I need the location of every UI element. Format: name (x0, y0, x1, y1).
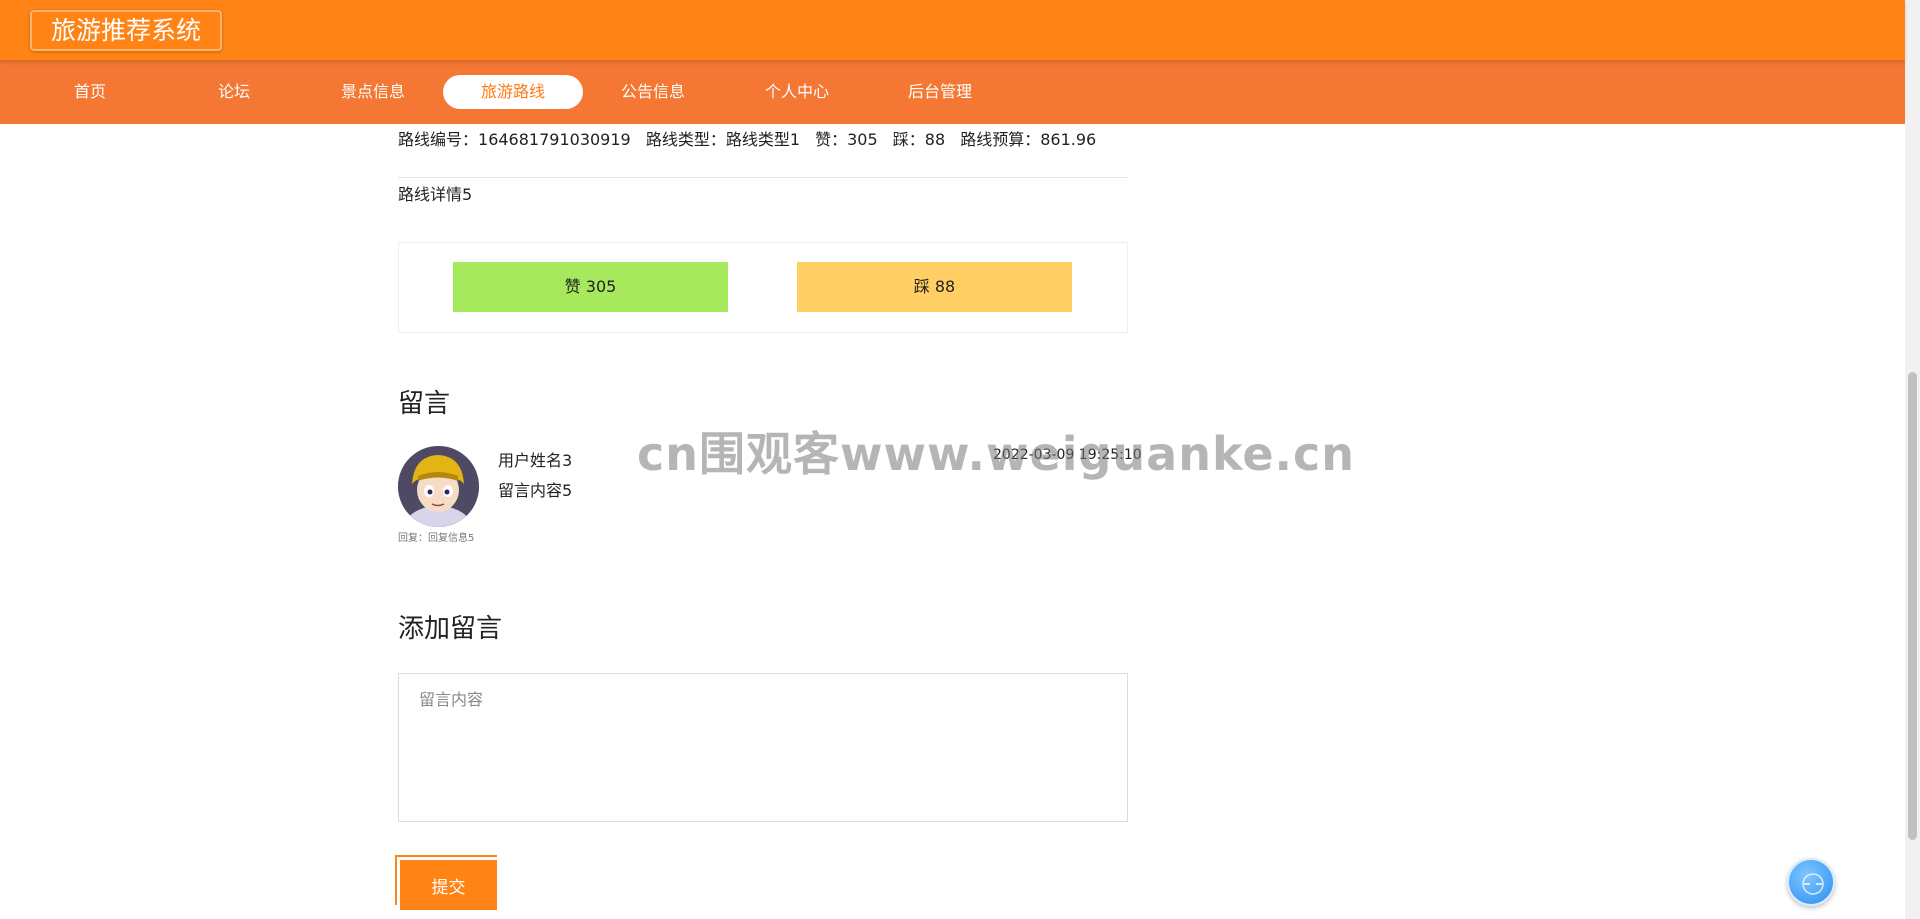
route-dislikes-label: 踩： (892, 130, 925, 149)
comment-reply: 回复：回复信息5 (398, 533, 475, 544)
dislike-button[interactable]: 踩 88 (797, 262, 1072, 312)
comment-input[interactable] (398, 673, 1128, 822)
vote-panel: 赞 305 踩 88 (398, 242, 1128, 333)
nav-item-announcements[interactable]: 公告信息 (583, 75, 723, 109)
comment-content: 留言内容5 (498, 481, 573, 500)
scrollbar-thumb[interactable] (1908, 372, 1917, 840)
route-type-value: 路线类型1 (725, 130, 801, 149)
nav-item-attractions[interactable]: 景点信息 (303, 75, 443, 109)
submit-button[interactable]: 提交 (400, 860, 497, 910)
route-type: 路线类型：路线类型1 (646, 130, 800, 149)
float-action-button[interactable] (1787, 858, 1835, 906)
submit-area: 提交 (395, 855, 497, 910)
route-likes-label: 赞： (815, 130, 848, 149)
route-budget-value: 861.96 (1040, 130, 1097, 149)
comment-user-name: 用户姓名3 (498, 451, 573, 470)
route-budget-label: 路线预算： (960, 130, 1041, 149)
scrollbar[interactable] (1905, 0, 1920, 919)
nav-item-admin[interactable]: 后台管理 (870, 75, 1010, 109)
nav-item-profile[interactable]: 个人中心 (727, 75, 867, 109)
divider (398, 177, 1128, 178)
app-title[interactable]: 旅游推荐系统 (30, 10, 223, 51)
comments-title: 留言 (398, 389, 451, 419)
comment-time: 2022-03-09 19:25:10 (993, 447, 1142, 463)
route-detail: 路线详情5 (398, 185, 473, 204)
route-info: 路线编号：164681791030919 路线类型：路线类型1 赞：305 踩：… (398, 126, 1106, 150)
route-type-label: 路线类型： (645, 130, 726, 149)
route-dislikes: 踩：88 (893, 130, 945, 149)
route-budget: 路线预算：861.96 (960, 130, 1096, 149)
avatar (398, 446, 479, 527)
route-number-label: 路线编号： (398, 130, 479, 149)
route-likes: 赞：305 (815, 130, 878, 149)
top-header: 旅游推荐系统 (0, 0, 1905, 60)
route-likes-value: 305 (847, 130, 878, 149)
main-nav: 首页 论坛 景点信息 旅游路线 公告信息 个人中心 后台管理 (0, 60, 1905, 124)
route-dislikes-value: 88 (924, 130, 946, 149)
avatar-image (398, 446, 479, 527)
assistant-icon (1802, 873, 1824, 895)
like-button[interactable]: 赞 305 (453, 262, 728, 312)
nav-item-routes[interactable]: 旅游路线 (443, 75, 583, 109)
route-number: 路线编号：164681791030919 (398, 130, 631, 149)
nav-item-home[interactable]: 首页 (20, 75, 160, 109)
route-number-value: 164681791030919 (478, 130, 631, 149)
nav-item-forum[interactable]: 论坛 (164, 75, 304, 109)
add-comment-title: 添加留言 (398, 614, 503, 644)
